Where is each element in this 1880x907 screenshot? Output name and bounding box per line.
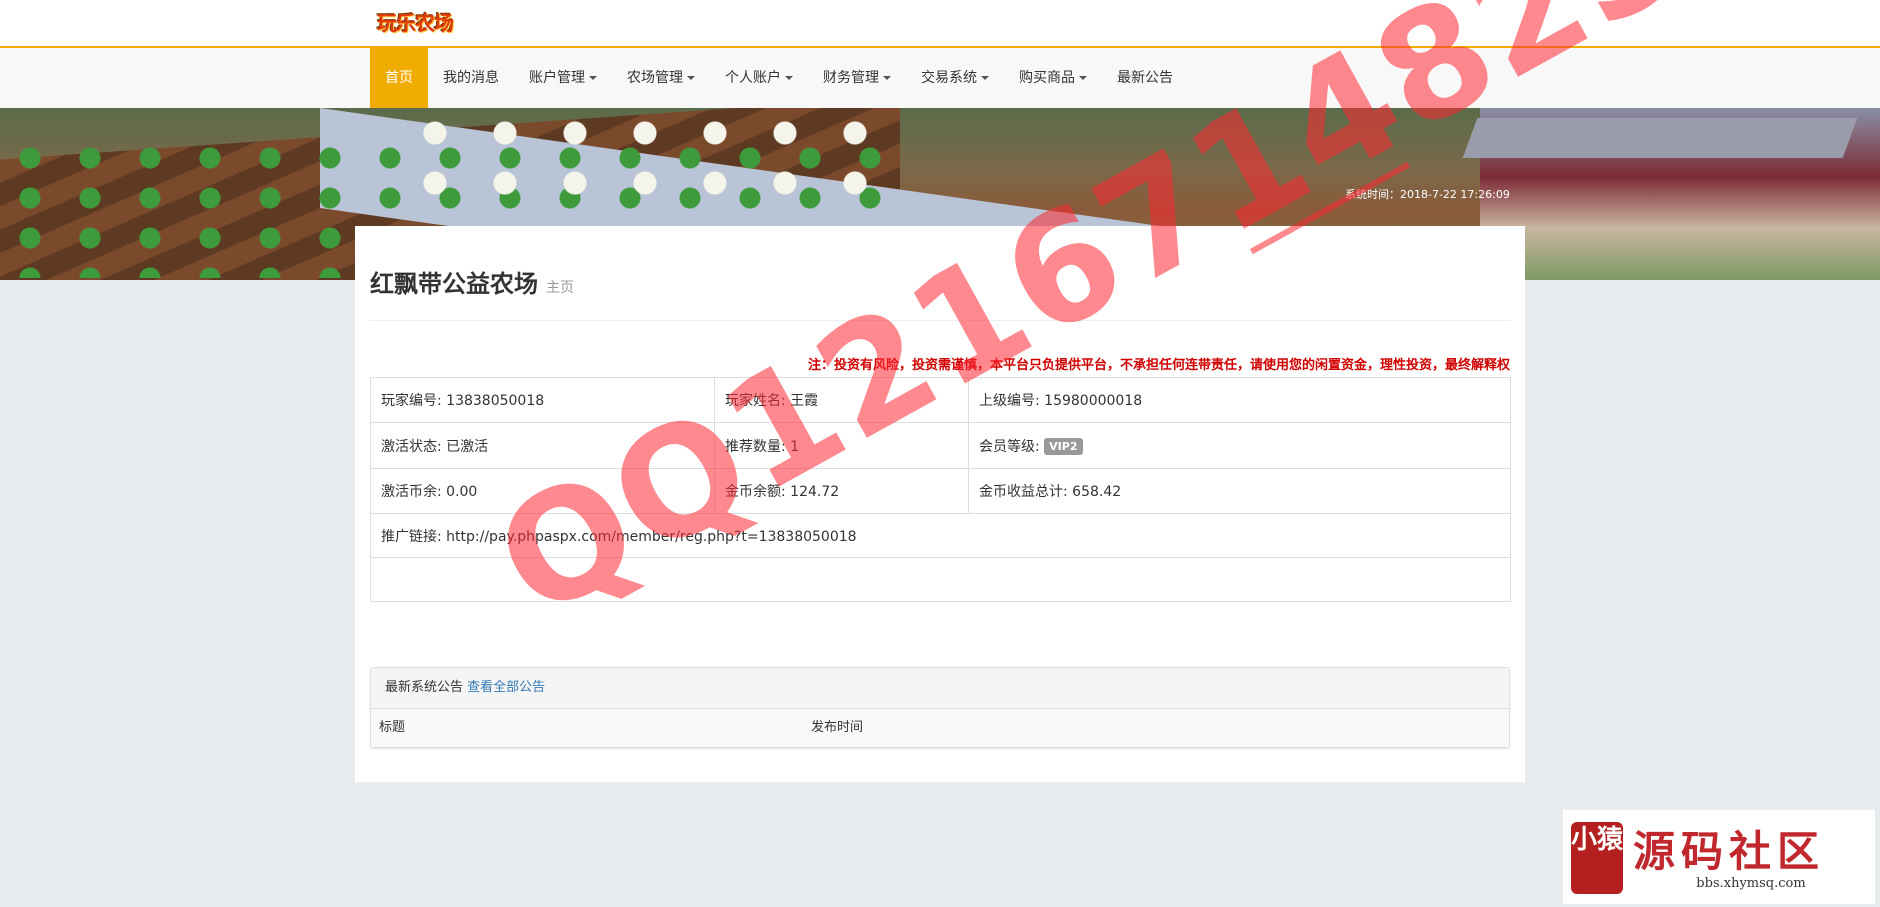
gold-income-label: 金币收益总计: bbox=[979, 484, 1068, 500]
activation-coin-cell: 激活币余: 0.00 bbox=[370, 468, 715, 514]
caret-down-icon bbox=[687, 76, 695, 80]
activation-coin-label: 激活币余: bbox=[381, 484, 442, 500]
logo-text: 玩乐农场 bbox=[377, 11, 454, 35]
divider bbox=[370, 320, 1510, 321]
parent-id-cell: 上级编号: 15980000018 bbox=[968, 377, 1511, 423]
announcement-panel: 最新系统公告 查看全部公告 标题 发布时间 bbox=[370, 667, 1510, 748]
player-info-table: 玩家编号: 13838050018 玩家姓名: 王霞 上级编号: 1598000… bbox=[370, 377, 1511, 602]
gold-balance-cell: 金币余额: 124.72 bbox=[714, 468, 969, 514]
caret-down-icon bbox=[981, 76, 989, 80]
referral-count-label: 推荐数量: bbox=[725, 438, 786, 455]
table-row: 玩家编号: 13838050018 玩家姓名: 王霞 上级编号: 1598000… bbox=[370, 377, 1511, 423]
parent-id-label: 上级编号: bbox=[979, 393, 1040, 409]
nav-item-label: 个人账户 bbox=[725, 70, 781, 86]
gold-balance-label: 金币余额: bbox=[725, 484, 786, 500]
table-row: 激活状态: 已激活 推荐数量: 1 会员等级: VIP2 bbox=[370, 422, 1511, 469]
player-id-cell: 玩家编号: 13838050018 bbox=[370, 377, 715, 423]
player-id-label: 玩家编号: bbox=[381, 393, 442, 409]
main-navbar: 首页 我的消息 账户管理 农场管理 个人账户 财务管理 交易系统 购买商品 最新公告 bbox=[0, 48, 1880, 109]
nav-item-8[interactable]: 最新公告 bbox=[1102, 48, 1188, 108]
column-header-title: 标题 bbox=[379, 720, 406, 735]
player-name-cell: 玩家姓名: 王霞 bbox=[714, 377, 969, 423]
gold-balance-value: 124.72 bbox=[790, 484, 840, 500]
nav-item-0[interactable]: 首页 bbox=[370, 48, 428, 108]
player-name-label: 玩家姓名: bbox=[725, 393, 786, 409]
player-id-value: 13838050018 bbox=[446, 393, 545, 409]
nav-menu: 首页 我的消息 账户管理 农场管理 个人账户 财务管理 交易系统 购买商品 最新公告 bbox=[370, 48, 1188, 108]
nav-item-label: 农场管理 bbox=[627, 70, 683, 86]
source-community-badge: 小猿 源码社区 bbs.xhymsq.com bbox=[1563, 810, 1875, 904]
banner-roof bbox=[1462, 118, 1858, 158]
empty-cell bbox=[370, 557, 1511, 602]
risk-notice-text: 注：投资有风险，投资需谨慎，本平台只负提供平台，不承担任何连带责任，请使用您的闲… bbox=[807, 358, 1510, 373]
nav-item-label: 我的消息 bbox=[443, 70, 499, 86]
page-title: 红飘带公益农场 主页 bbox=[370, 264, 574, 299]
announcement-title: 最新系统公告 bbox=[385, 680, 464, 695]
member-level-badge: VIP2 bbox=[1044, 438, 1083, 455]
referral-count-cell: 推荐数量: 1 bbox=[714, 422, 969, 469]
page-subtitle: 主页 bbox=[546, 280, 574, 296]
seal-icon: 小猿 bbox=[1571, 822, 1623, 894]
announcement-header: 最新系统公告 查看全部公告 bbox=[371, 668, 1509, 709]
table-row: 推广链接: http://pay.phpaspx.com/member/reg.… bbox=[370, 513, 1511, 558]
nav-item-6[interactable]: 交易系统 bbox=[906, 48, 1004, 108]
nav-item-2[interactable]: 账户管理 bbox=[514, 48, 612, 108]
gold-income-value: 658.42 bbox=[1072, 484, 1122, 500]
nav-item-5[interactable]: 财务管理 bbox=[808, 48, 906, 108]
nav-item-label: 最新公告 bbox=[1117, 70, 1173, 86]
source-url: bbs.xhymsq.com bbox=[1696, 876, 1806, 891]
caret-down-icon bbox=[589, 76, 597, 80]
promo-link-cell[interactable]: 推广链接: http://pay.phpaspx.com/member/reg.… bbox=[370, 513, 1511, 558]
promo-link-label: 推广链接: bbox=[381, 528, 442, 545]
nav-item-7[interactable]: 购买商品 bbox=[1004, 48, 1102, 108]
risk-notice: 注：投资有风险，投资需谨慎，本平台只负提供平台，不承担任何连带责任，请使用您的闲… bbox=[370, 354, 1510, 373]
nav-item-label: 交易系统 bbox=[921, 70, 977, 86]
member-level-label: 会员等级: bbox=[979, 438, 1040, 455]
player-name-value: 王霞 bbox=[790, 393, 819, 409]
referral-count-value: 1 bbox=[790, 438, 800, 455]
activation-value: 已激活 bbox=[446, 438, 489, 455]
page-title-text: 红飘带公益农场 bbox=[370, 270, 538, 298]
column-header-time: 发布时间 bbox=[811, 720, 864, 735]
nav-item-label: 财务管理 bbox=[823, 70, 879, 86]
source-title: 源码社区 bbox=[1633, 827, 1826, 876]
view-all-announcements-link[interactable]: 查看全部公告 bbox=[467, 680, 545, 695]
nav-item-label: 账户管理 bbox=[529, 70, 585, 86]
member-level-cell: 会员等级: VIP2 bbox=[968, 422, 1511, 469]
nav-item-3[interactable]: 农场管理 bbox=[612, 48, 710, 108]
caret-down-icon bbox=[785, 76, 793, 80]
nav-item-4[interactable]: 个人账户 bbox=[710, 48, 808, 108]
parent-id-value: 15980000018 bbox=[1044, 393, 1143, 409]
nav-item-1[interactable]: 我的消息 bbox=[428, 48, 514, 108]
activation-coin-value: 0.00 bbox=[446, 484, 478, 500]
promo-link-value[interactable]: http://pay.phpaspx.com/member/reg.php?t=… bbox=[446, 529, 856, 545]
table-row bbox=[370, 557, 1511, 602]
banner-cabbages bbox=[400, 108, 900, 218]
activation-label: 激活状态: bbox=[381, 438, 442, 455]
table-row: 激活币余: 0.00 金币余额: 124.72 金币收益总计: 658.42 bbox=[370, 468, 1511, 514]
gold-income-cell: 金币收益总计: 658.42 bbox=[968, 468, 1511, 514]
caret-down-icon bbox=[883, 76, 891, 80]
top-bar: 玩乐农场 bbox=[0, 0, 1880, 48]
caret-down-icon bbox=[1079, 76, 1087, 80]
site-logo[interactable]: 玩乐农场 bbox=[370, 6, 460, 40]
nav-item-label: 购买商品 bbox=[1019, 70, 1075, 86]
main-card: 红飘带公益农场 主页 注：投资有风险，投资需谨慎，本平台只负提供平台，不承担任何连… bbox=[355, 226, 1525, 782]
announcement-columns: 标题 发布时间 bbox=[371, 709, 1509, 747]
activation-cell: 激活状态: 已激活 bbox=[370, 422, 715, 469]
nav-item-label: 首页 bbox=[385, 70, 413, 86]
